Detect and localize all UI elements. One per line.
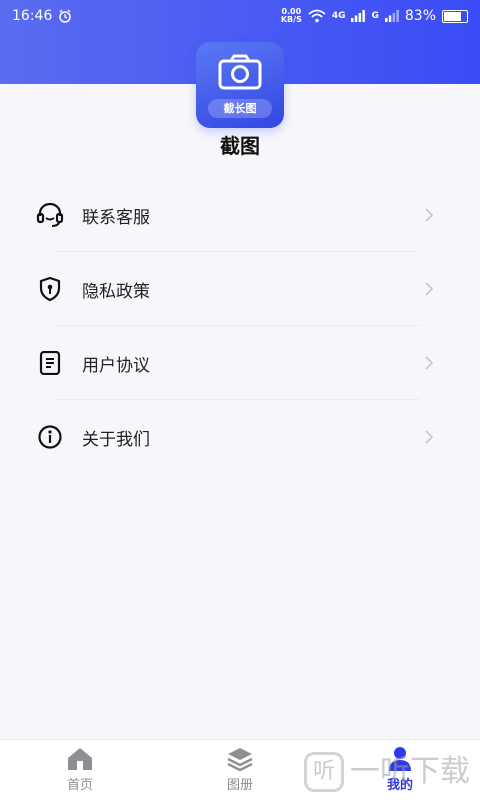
signal-2-label: G [371, 11, 379, 21]
layers-icon [227, 748, 253, 772]
signal-bars-icon [351, 10, 366, 22]
battery-percent: 83% [404, 8, 436, 24]
menu-item-label: 关于我们 [82, 429, 150, 450]
tab-home[interactable]: 首页 [0, 740, 160, 800]
app-logo: 截长图 [196, 42, 284, 128]
app-title: 截图 [220, 134, 260, 158]
net-speed-unit: KB/S [280, 15, 302, 24]
status-bar: 16:46 0.00 KB/S 4G G 83% [0, 0, 480, 32]
menu-item-label: 隐私政策 [82, 281, 150, 302]
home-icon [68, 748, 92, 770]
menu-item-label: 联系客服 [82, 207, 150, 228]
chevron-right-icon [425, 282, 434, 296]
signal-1-label: 4G [331, 11, 346, 21]
menu-item-user-agreement[interactable]: 用户协议 [0, 326, 480, 400]
menu-item-customer-service[interactable]: 联系客服 [0, 178, 480, 252]
headset-icon [36, 203, 64, 227]
watermark-logo: 听 [304, 752, 344, 792]
battery-icon [442, 9, 468, 23]
chevron-right-icon [425, 208, 434, 222]
camera-icon [218, 54, 262, 90]
watermark: 听 一听下载 [304, 748, 474, 796]
settings-menu: 联系客服 隐私政策 用户协议 关于我们 [0, 178, 480, 474]
document-icon [39, 351, 61, 375]
logo-badge: 截长图 [208, 99, 272, 118]
tab-albums[interactable]: 图册 [160, 740, 320, 800]
alarm-icon [59, 9, 72, 23]
watermark-text: 一听下载 [350, 754, 470, 789]
wifi-icon [308, 9, 326, 23]
chevron-right-icon [425, 430, 434, 444]
network-speed: 0.00 KB/S [281, 8, 302, 24]
menu-item-label: 用户协议 [82, 355, 150, 376]
shield-icon [39, 277, 61, 301]
tab-label: 图册 [226, 778, 253, 793]
info-icon [38, 425, 62, 449]
status-time: 16:46 [12, 8, 53, 24]
chevron-right-icon [425, 356, 434, 370]
menu-item-privacy-policy[interactable]: 隐私政策 [0, 252, 480, 326]
menu-item-about-us[interactable]: 关于我们 [0, 400, 480, 474]
signal-bars-2-icon [384, 10, 399, 22]
tab-label: 首页 [66, 778, 93, 793]
